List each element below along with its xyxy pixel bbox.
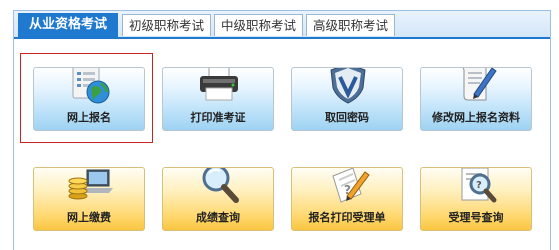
scroll-pen-icon xyxy=(462,68,497,101)
pencil-paper-icon: ? xyxy=(332,168,370,203)
edit-registration-info-label: 修改网上报名资料 xyxy=(432,111,520,124)
magnifier-icon xyxy=(202,168,239,203)
score-inquiry-button[interactable]: 成绩查询 xyxy=(162,167,274,231)
tab-qualification-exam[interactable]: 从业资格考试 xyxy=(18,13,118,37)
svg-text:?: ? xyxy=(476,180,482,191)
printer-icon xyxy=(200,68,238,101)
tab-senior-title-exam[interactable]: 高级职称考试 xyxy=(306,14,395,36)
print-receipt-label: 报名打印受理单 xyxy=(308,211,386,224)
score-inquiry-label: 成绩查询 xyxy=(196,211,240,224)
print-admission-ticket-button[interactable]: 打印准考证 xyxy=(162,67,274,131)
search-document-icon: ? xyxy=(461,168,497,203)
tab-bar: 从业资格考试 初级职称考试 中级职称考试 高级职称考试 xyxy=(14,11,550,39)
coins-laptop-icon xyxy=(68,169,113,200)
acceptance-number-inquiry-button[interactable]: ? 受理号查询 xyxy=(420,167,532,231)
retrieve-password-label: 取回密码 xyxy=(325,111,369,124)
selection-highlight xyxy=(20,53,153,143)
online-payment-button[interactable]: 网上缴费 xyxy=(33,167,145,231)
tab-intermediate-title-exam[interactable]: 中级职称考试 xyxy=(214,14,303,36)
print-receipt-button[interactable]: ? 报名打印受理单 xyxy=(291,167,403,231)
acceptance-number-inquiry-label: 受理号查询 xyxy=(448,211,504,224)
tab-junior-title-exam[interactable]: 初级职称考试 xyxy=(122,14,211,36)
shield-icon xyxy=(330,68,366,104)
print-admission-ticket-label: 打印准考证 xyxy=(190,111,246,124)
online-payment-label: 网上缴费 xyxy=(67,211,111,224)
retrieve-password-button[interactable]: 取回密码 xyxy=(291,67,403,131)
edit-registration-info-button[interactable]: 修改网上报名资料 xyxy=(420,67,532,131)
